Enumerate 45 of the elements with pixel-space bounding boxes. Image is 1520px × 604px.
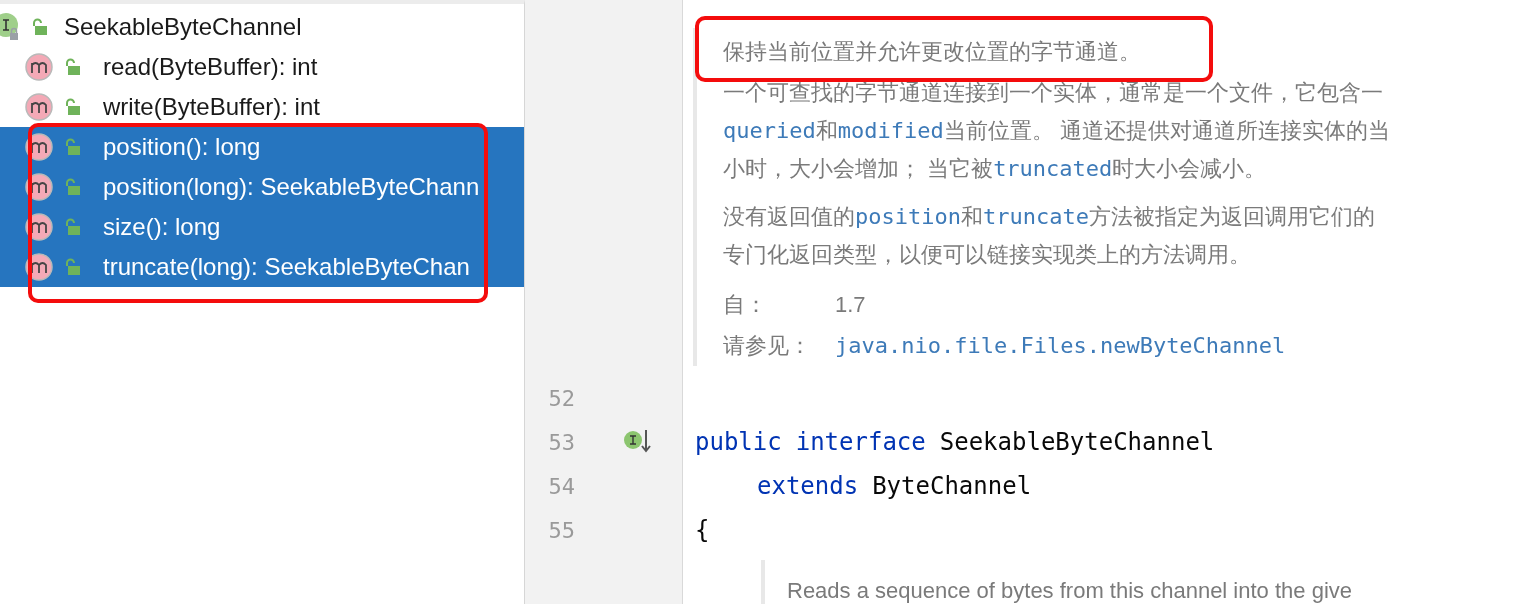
code-token: ByteChannel bbox=[872, 471, 1032, 502]
doc-text: Reads a sequence of bytes from this channel into the give bbox=[787, 576, 1352, 604]
code-token: public bbox=[695, 427, 782, 458]
tree-row[interactable]: truncate(long): SeekableByteChan bbox=[0, 247, 524, 287]
tree-item-label: size(): long bbox=[103, 212, 221, 242]
see-also-label: 请参见： bbox=[723, 331, 812, 360]
tree-row[interactable]: size(): long bbox=[0, 207, 524, 247]
doc-text: 专门化返回类型，以便可以链接实现类上的方法调用。 bbox=[723, 241, 1252, 269]
line-number: 53 bbox=[547, 428, 575, 457]
doc-summary: 保持当前位置并允许更改位置的字节通道。 bbox=[723, 37, 1141, 66]
method-icon bbox=[25, 93, 53, 121]
code-token: { bbox=[695, 515, 710, 546]
doc-text: 小时，大小会增加； 当它被truncated时大小会减小。 bbox=[723, 155, 1268, 183]
doc-text: queried和modified当前位置。 通道还提供对通道所连接实体的当 bbox=[723, 117, 1391, 145]
tree-item-label: write(ByteBuffer): int bbox=[103, 92, 320, 122]
tree-item-label: position(): long bbox=[103, 132, 261, 162]
tree-item-label: read(ByteBuffer): int bbox=[103, 52, 318, 82]
tree-row[interactable]: position(): long bbox=[0, 127, 524, 167]
method-icon bbox=[25, 253, 53, 281]
code-token: SeekableByteChannel bbox=[939, 427, 1215, 458]
method-icon bbox=[25, 53, 53, 81]
lock-icon bbox=[63, 138, 81, 156]
see-also-link[interactable]: java.nio.file.Files.newByteChannel bbox=[835, 328, 1286, 362]
line-number: 54 bbox=[547, 472, 575, 501]
tree-item-label: position(long): SeekableByteChann bbox=[103, 172, 480, 202]
lock-icon bbox=[63, 178, 81, 196]
method-icon bbox=[25, 173, 53, 201]
line-number: 55 bbox=[547, 516, 575, 545]
lock-icon bbox=[63, 58, 81, 76]
tree-item-label: truncate(long): SeekableByteChan bbox=[103, 252, 470, 282]
lock-icon bbox=[63, 218, 81, 236]
lock-icon bbox=[63, 258, 81, 276]
doc-text: 一个可查找的字节通道连接到一个实体，通常是一个文件，它包含一 bbox=[723, 79, 1384, 107]
since-label: 自： bbox=[723, 290, 768, 319]
tree-row[interactable]: position(long): SeekableByteChann bbox=[0, 167, 524, 207]
line-number: 52 bbox=[547, 384, 575, 413]
lock-icon bbox=[30, 18, 48, 36]
code-token: extends bbox=[757, 471, 859, 502]
code-token: interface bbox=[795, 427, 926, 458]
lock-icon bbox=[63, 98, 81, 116]
method-icon bbox=[25, 133, 53, 161]
since-value: 1.7 bbox=[835, 290, 866, 319]
tree-item[interactable]: SeekableByteChannel bbox=[64, 9, 302, 45]
doc-text: 没有返回值的position和truncate方法被指定为返回调用它们的 bbox=[723, 203, 1376, 231]
method-icon bbox=[25, 213, 53, 241]
